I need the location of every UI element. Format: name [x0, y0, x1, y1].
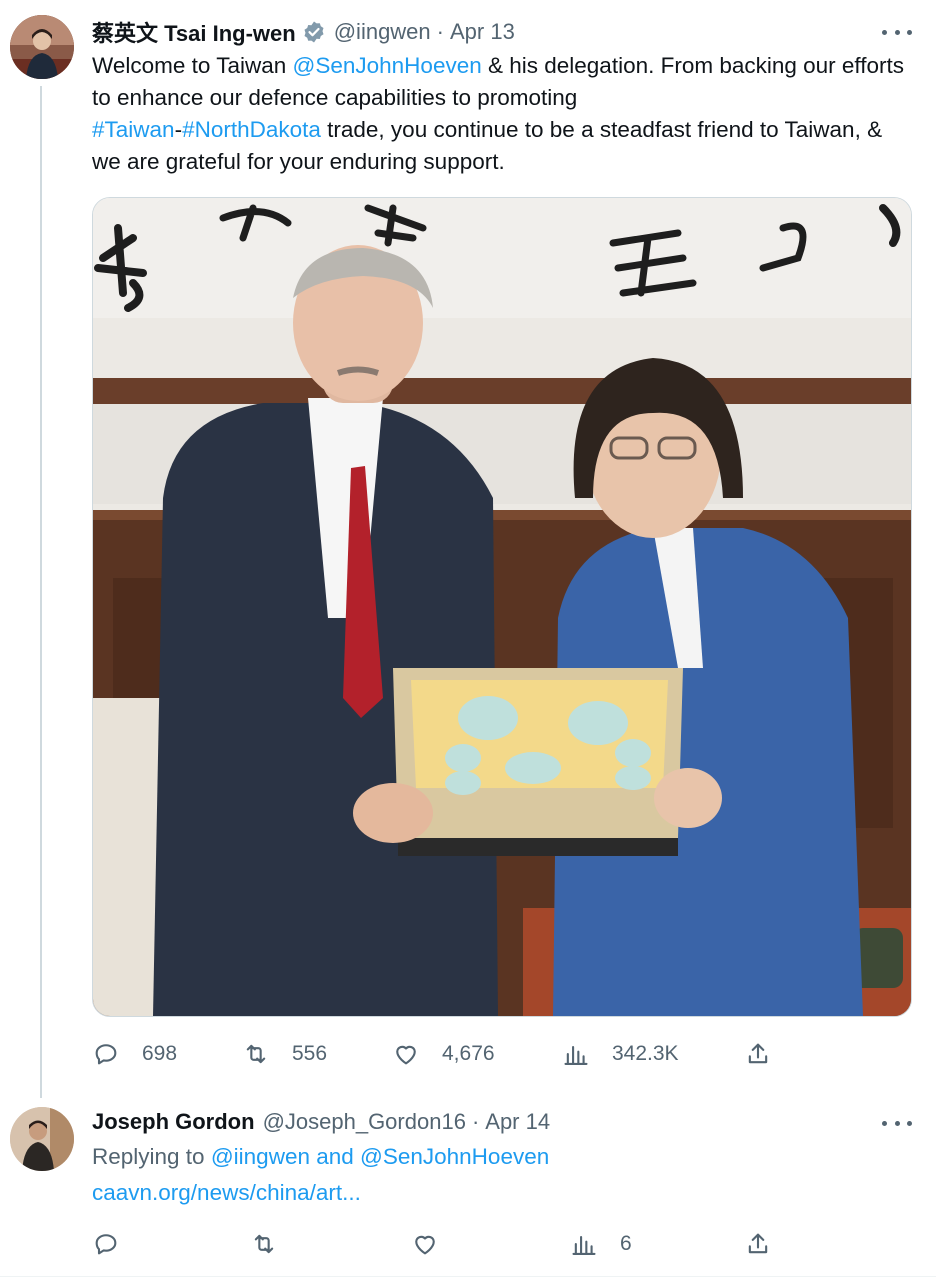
- share-button[interactable]: [744, 1226, 790, 1262]
- heart-icon: [396, 1045, 416, 1065]
- replying-to-prefix: Replying to: [92, 1144, 211, 1169]
- more-options-icon[interactable]: [882, 1113, 912, 1133]
- header-separator: ·: [471, 1109, 480, 1134]
- share-icon: [748, 1043, 768, 1064]
- reply-count: 698: [142, 1042, 178, 1065]
- avatar-photo: [10, 1107, 74, 1171]
- avatar[interactable]: [10, 1107, 74, 1171]
- analytics-icon: [572, 1235, 596, 1255]
- hashtag-dash: -: [174, 117, 183, 142]
- reply-url-link[interactable]: caavn.org/news/china/art...: [92, 1177, 361, 1209]
- more-options-icon[interactable]: [882, 22, 912, 42]
- reply-icon: [95, 1044, 117, 1065]
- photo-illustration: [93, 198, 911, 1016]
- hashtag-northdakota[interactable]: #NorthDakota: [182, 117, 321, 142]
- replying-to-mentions[interactable]: @iingwen and @SenJohnHoeven: [211, 1144, 549, 1169]
- header-separator: ·: [436, 19, 444, 44]
- like-count: 4,676: [442, 1042, 495, 1065]
- share-icon: [748, 1233, 768, 1254]
- tweet-photo[interactable]: [92, 197, 912, 1017]
- divider: [0, 1276, 936, 1277]
- analytics-icon: [564, 1045, 588, 1065]
- replying-to-line: Replying to @iingwen and @SenJohnHoeven: [92, 1141, 549, 1173]
- tweet-action-bar: 698 556 4,676 342.3K: [92, 1036, 792, 1072]
- reply-button[interactable]: [92, 1226, 138, 1262]
- reply-author-handle[interactable]: @Joseph_Gordon16: [263, 1109, 466, 1135]
- retweet-count: 556: [292, 1042, 328, 1065]
- views-button[interactable]: 6: [570, 1226, 632, 1262]
- tweet-header: 蔡英文 Tsai Ing-wen @iingwen · Apr 13: [92, 16, 515, 48]
- views-count: 6: [620, 1232, 632, 1255]
- reply-action-bar: 6: [92, 1226, 792, 1262]
- reply-header: Joseph Gordon @Joseph_Gordon16 · Apr 14: [92, 1106, 550, 1138]
- tweet-date[interactable]: Apr 13: [450, 19, 515, 45]
- avatar[interactable]: [10, 15, 74, 79]
- like-button[interactable]: 4,676: [392, 1036, 495, 1072]
- views-button[interactable]: 342.3K: [562, 1036, 679, 1072]
- tweet-text-part: Welcome to Taiwan: [92, 53, 293, 78]
- mention-link[interactable]: @SenJohnHoeven: [293, 53, 482, 78]
- author-display-name[interactable]: 蔡英文 Tsai Ing-wen: [92, 16, 296, 48]
- reply-button[interactable]: 698: [92, 1036, 177, 1072]
- views-count: 342.3K: [612, 1042, 679, 1065]
- retweet-icon: [246, 1044, 266, 1064]
- retweet-button[interactable]: [250, 1226, 296, 1262]
- author-handle[interactable]: @iingwen: [334, 19, 431, 45]
- avatar-photo: [10, 15, 74, 79]
- like-button[interactable]: [411, 1226, 457, 1262]
- hashtag-taiwan[interactable]: #Taiwan: [92, 117, 175, 142]
- retweet-icon: [254, 1234, 274, 1254]
- reply-date[interactable]: Apr 14: [485, 1109, 550, 1135]
- reply-icon: [95, 1234, 117, 1255]
- thread-connector-line: [40, 86, 42, 1098]
- share-button[interactable]: [744, 1036, 790, 1072]
- heart-icon: [415, 1235, 435, 1255]
- verified-badge-icon: [302, 20, 326, 44]
- reply-author-display-name[interactable]: Joseph Gordon: [92, 1109, 255, 1135]
- retweet-button[interactable]: 556: [242, 1036, 327, 1072]
- tweet-text: Welcome to Taiwan @SenJohnHoeven & his d…: [92, 50, 912, 178]
